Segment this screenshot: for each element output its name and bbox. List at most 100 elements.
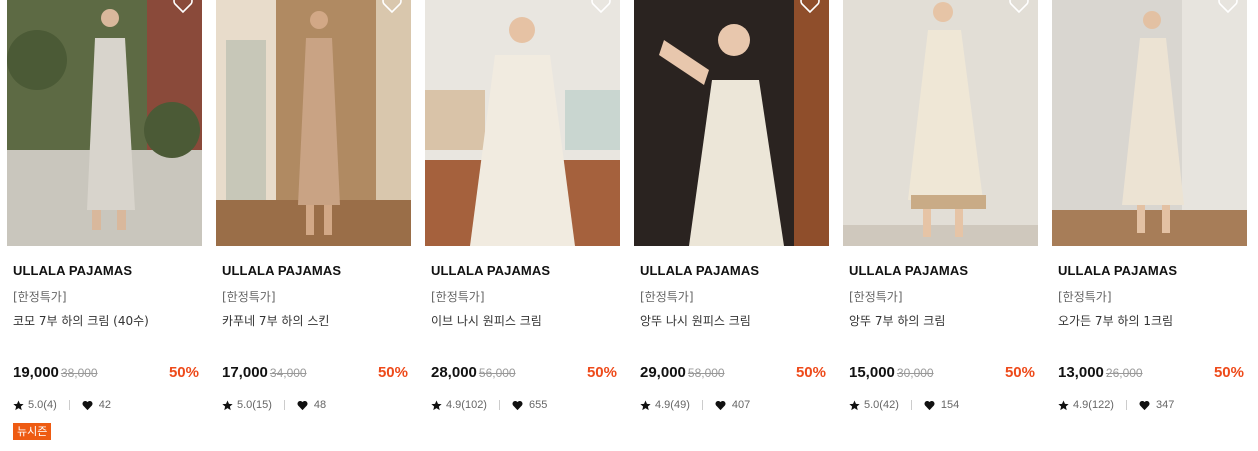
- sale-price: 13,000: [1058, 364, 1104, 381]
- rating: 4.9(49): [655, 399, 690, 411]
- product-card[interactable]: ULLALA PAJAMAS [한정특가] 앙뚜 7부 하의 크림 15,000…: [843, 0, 1038, 451]
- price-row: 19,000 38,000 50%: [13, 364, 199, 384]
- rating: 4.9(102): [446, 399, 487, 411]
- product-photo[interactable]: [7, 0, 202, 246]
- product-photo[interactable]: [843, 0, 1038, 246]
- discount-rate: 50%: [586, 364, 617, 381]
- product-meta: 5.0(15) 48: [222, 399, 326, 411]
- product-tag: [한정특가]: [849, 290, 903, 304]
- product-image: [425, 0, 620, 246]
- product-name[interactable]: 앙뚜 나시 원피스 크림: [640, 312, 751, 329]
- price-row: 17,000 34,000 50%: [222, 364, 408, 384]
- heart-icon: [1139, 400, 1150, 411]
- original-price: 56,000: [478, 366, 516, 380]
- rating: 5.0(4): [28, 399, 57, 411]
- product-name[interactable]: 카푸네 7부 하의 스킨: [222, 312, 329, 329]
- like-count: 347: [1155, 399, 1175, 411]
- discount-rate: 50%: [1213, 364, 1244, 381]
- product-meta: 4.9(122) 347: [1058, 399, 1174, 411]
- product-image: [634, 0, 829, 246]
- product-photo[interactable]: [216, 0, 411, 246]
- original-price: 30,000: [896, 366, 934, 380]
- star-icon: [222, 399, 233, 411]
- product-name[interactable]: 코모 7부 하의 크림 (40수): [13, 312, 149, 329]
- like-count: 42: [98, 399, 111, 411]
- heart-icon: [297, 400, 308, 411]
- original-price: 58,000: [687, 366, 725, 380]
- star-icon: [13, 399, 24, 411]
- product-photo[interactable]: [1052, 0, 1247, 246]
- wishlist-heart-icon[interactable]: [381, 0, 403, 14]
- price-row: 28,000 56,000 50%: [431, 364, 617, 384]
- product-brand[interactable]: ULLALA PAJAMAS: [1058, 263, 1177, 278]
- new-season-badge: 뉴시즌: [13, 423, 52, 440]
- wishlist-heart-icon[interactable]: [799, 0, 821, 14]
- product-card[interactable]: ULLALA PAJAMAS [한정특가] 이브 나시 원피스 크림 28,00…: [425, 0, 620, 451]
- product-card[interactable]: ULLALA PAJAMAS [한정특가] 오가든 7부 하의 1크림 13,0…: [1052, 0, 1247, 451]
- divider: [283, 400, 285, 410]
- discount-rate: 50%: [377, 364, 408, 381]
- product-name[interactable]: 오가든 7부 하의 1크림: [1058, 312, 1173, 329]
- product-brand[interactable]: ULLALA PAJAMAS: [13, 263, 132, 278]
- like-count: 48: [313, 399, 327, 411]
- product-meta: 4.9(102) 655: [431, 399, 547, 411]
- product-photo[interactable]: [634, 0, 829, 246]
- original-price: 38,000: [60, 366, 98, 380]
- price-row: 15,000 30,000 50%: [849, 364, 1035, 384]
- divider: [910, 400, 912, 410]
- product-tag: [한정특가]: [1058, 290, 1112, 304]
- star-icon: [431, 399, 442, 411]
- price-row: 13,000 26,000 50%: [1058, 364, 1244, 384]
- heart-icon: [924, 400, 935, 411]
- product-brand[interactable]: ULLALA PAJAMAS: [849, 263, 968, 278]
- divider: [68, 400, 70, 410]
- sale-price: 19,000: [13, 364, 59, 381]
- product-tag: [한정특가]: [13, 290, 67, 304]
- price-row: 29,000 58,000 50%: [640, 364, 826, 384]
- divider: [1125, 400, 1127, 410]
- sale-price: 29,000: [640, 364, 686, 381]
- discount-rate: 50%: [795, 364, 826, 381]
- product-card[interactable]: ULLALA PAJAMAS [한정특가] 카푸네 7부 하의 스킨 17,00…: [216, 0, 411, 451]
- product-image: [1052, 0, 1247, 246]
- like-count: 655: [528, 399, 548, 411]
- discount-rate: 50%: [1004, 364, 1035, 381]
- heart-icon: [715, 400, 726, 411]
- discount-rate: 50%: [168, 364, 199, 381]
- star-icon: [849, 399, 860, 411]
- product-image: [843, 0, 1038, 246]
- product-name[interactable]: 앙뚜 7부 하의 크림: [849, 312, 945, 329]
- wishlist-heart-icon[interactable]: [1008, 0, 1030, 14]
- like-count: 407: [731, 399, 751, 411]
- heart-icon: [512, 400, 523, 411]
- rating: 5.0(15): [237, 399, 272, 411]
- star-icon: [1058, 399, 1069, 411]
- product-meta: 4.9(49) 407: [640, 399, 750, 411]
- rating: 5.0(42): [864, 399, 899, 411]
- heart-icon: [82, 400, 93, 411]
- product-card[interactable]: ULLALA PAJAMAS [한정특가] 앙뚜 나시 원피스 크림 29,00…: [634, 0, 829, 451]
- product-tag: [한정특가]: [431, 290, 485, 304]
- rating: 4.9(122): [1073, 399, 1114, 411]
- star-icon: [640, 399, 651, 411]
- product-brand[interactable]: ULLALA PAJAMAS: [222, 263, 341, 278]
- product-card[interactable]: ULLALA PAJAMAS [한정특가] 코모 7부 하의 크림 (40수) …: [7, 0, 202, 451]
- product-meta: 5.0(42) 154: [849, 399, 959, 411]
- product-image: [7, 0, 202, 246]
- like-count: 154: [940, 399, 960, 411]
- original-price: 34,000: [269, 366, 307, 380]
- original-price: 26,000: [1105, 366, 1143, 380]
- product-brand[interactable]: ULLALA PAJAMAS: [640, 263, 759, 278]
- product-name[interactable]: 이브 나시 원피스 크림: [431, 312, 542, 329]
- sale-price: 28,000: [431, 364, 477, 381]
- product-meta: 5.0(4) 42: [13, 399, 111, 411]
- wishlist-heart-icon[interactable]: [172, 0, 194, 14]
- wishlist-heart-icon[interactable]: [590, 0, 612, 14]
- product-image: [216, 0, 411, 246]
- wishlist-heart-icon[interactable]: [1217, 0, 1239, 14]
- product-photo[interactable]: [425, 0, 620, 246]
- product-grid: ULLALA PAJAMAS [한정특가] 코모 7부 하의 크림 (40수) …: [0, 0, 1258, 451]
- product-tag: [한정특가]: [640, 290, 694, 304]
- product-brand[interactable]: ULLALA PAJAMAS: [431, 263, 550, 278]
- divider: [498, 400, 500, 410]
